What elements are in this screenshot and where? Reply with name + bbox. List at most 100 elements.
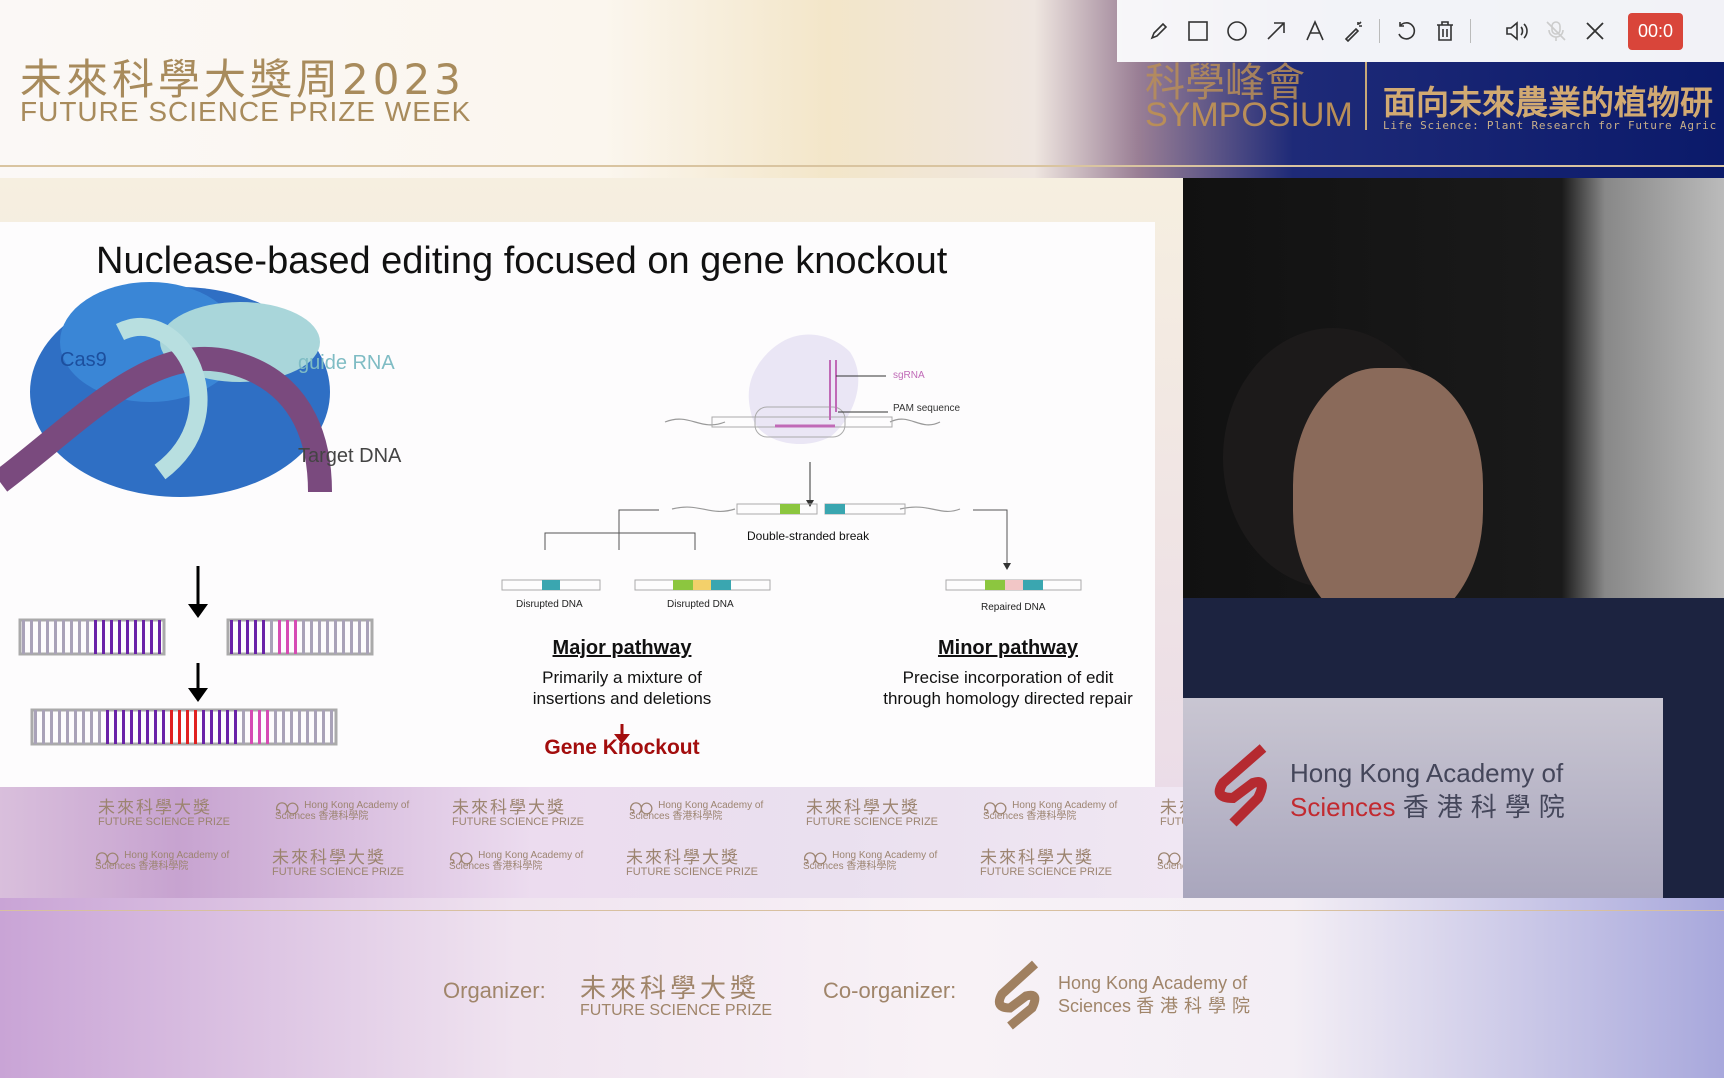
circle-icon[interactable] [1217,11,1256,51]
separator [1379,19,1380,43]
annotation-toolbar: 00:0 [1117,0,1724,62]
dna-rung [326,620,329,654]
dna-rung [278,620,281,654]
hkas-logo-icon: ꩡ [275,790,301,820]
hkas-logo-en: Sciences [449,861,490,872]
dna-rung [314,710,317,744]
organizer-label: Organizer: [443,978,546,1003]
podium-line: Hong Kong Academy of [1290,758,1564,788]
gene-knockout-label: Gene Knockout [544,736,700,759]
dna-rung [358,620,361,654]
hkas-logo-cn: 香港科學院 [1026,811,1077,822]
dna-rung [246,620,249,654]
dna-rung [294,620,297,654]
dna-rung [194,710,197,744]
podium-text: Hong Kong Academy of Sciences 香港科學院 [1290,756,1573,824]
trash-icon[interactable] [1425,11,1464,51]
dna-rung [350,620,353,654]
fsp-logo-cn: 未來科學大獎 [272,848,386,867]
dna-rung [34,710,37,744]
hkas-logo-icon [994,960,1040,1030]
dna-rung [130,710,133,744]
divider [0,910,1724,911]
sgrna-label: sgRNA [893,370,925,381]
divider [1365,62,1367,130]
organizer-logo-en: FUTURE SCIENCE PRIZE [580,1002,773,1019]
dna-rung [66,710,69,744]
hkas-logo-icon: ꩡ [803,840,829,870]
text-icon[interactable] [1295,11,1334,51]
fsp-logo-en: FUTURE SCIENCE PRIZE [980,866,1113,878]
dna-rung [58,710,61,744]
dna-rung [50,710,53,744]
hkas-logo-en: Sciences [983,811,1024,822]
dna-rung [282,710,285,744]
hkas-logo-icon: ꩡ [449,840,475,870]
dna-rung [258,710,261,744]
dna-rung [242,710,245,744]
speaker-icon[interactable] [1497,11,1536,51]
podium-line: Sciences [1290,792,1396,822]
pam-label: PAM sequence [893,403,961,414]
cas9-protein-image [0,282,332,497]
dna-rung [170,710,173,744]
hkas-logo-cn: 香港科學院 [672,811,723,822]
dna-rung [94,620,97,654]
close-icon[interactable] [1575,11,1614,51]
dna-rung [230,620,233,654]
fsp-logo-cn: 未來科學大獎 [806,798,920,817]
dna-rung [38,620,41,654]
fsp-logo: 未來科學大獎FUTURE SCIENCE PRIZE [626,848,758,878]
hkas-logo-cn: 香港科學院 [318,811,369,822]
dna-rung [74,710,77,744]
dna-rung [122,710,125,744]
organizer-logo-cn: 未來科學大獎 [580,973,761,1003]
podium-line: 香港科學院 [1402,792,1573,822]
dna-rung [42,710,45,744]
major-pathway: Major pathway Primarily a mixture of ins… [472,638,772,759]
slide-title: Nuclease-based editing focused on gene k… [96,240,948,282]
magic-wand-icon[interactable] [1334,11,1373,51]
hkas-logo: ꩡHong Kong Academy ofSciences 香港科學院 [629,790,763,822]
fsp-logo: 未來科學大獎FUTURE SCIENCE PRIZE [980,848,1112,878]
target-dna-label: Target DNA [298,445,402,467]
session-title-en: Life Science: Plant Research for Future … [1383,119,1718,132]
dna-rung [106,710,109,744]
mic-muted-icon[interactable] [1536,11,1575,51]
session-title-cn: 面向未來農業的植物研 [1383,84,1713,121]
hkas-logo-icon: ꩡ [629,790,655,820]
undo-icon[interactable] [1386,11,1425,51]
disrupted-dna-label: Disrupted DNA [516,599,583,610]
dna-rung [298,710,301,744]
hkas-logo-cn: 香港科學院 [138,861,189,872]
dna-rung [22,620,25,654]
dna-rung [110,620,113,654]
dna-rung [310,620,313,654]
hkas-logo: ꩡHong Kong Academy ofSciences 香港科學院 [983,792,1117,822]
arrow-icon[interactable] [1256,11,1295,51]
minor-line: through homology directed repair [883,689,1133,708]
hkas-logo-en: Sciences [803,861,844,872]
dna-rung [322,710,325,744]
hkas-logo-icon [1214,744,1267,827]
dna-rung [90,710,93,744]
disrupted-dna-label: Disrupted DNA [667,599,734,610]
fsp-logo-cn: 未來科學大獎 [98,798,212,817]
dna-rung [102,620,105,654]
dna-rung [306,710,309,744]
fsp-logo: 未來科學大獎FUTURE SCIENCE PRIZE [272,848,404,878]
dna-rung [262,620,265,654]
pencil-icon[interactable] [1139,11,1178,51]
fsp-logo: 未來科學大獎FUTURE SCIENCE PRIZE [98,798,230,828]
minor-pathway-title: Minor pathway [937,637,1078,659]
guide-rna-label: guide RNA [298,352,395,374]
dna-rung [234,710,237,744]
dna-rung [210,710,213,744]
dna-rung [126,620,129,654]
fsp-logo-en: FUTURE SCIENCE PRIZE [452,816,585,828]
rectangle-icon[interactable] [1178,11,1217,51]
dna-rung [202,710,205,744]
hkas-logo: ꩡHong Kong Academy ofSciences 香港科學院 [449,840,583,872]
dna-rung [134,620,137,654]
dna-rung [226,710,229,744]
